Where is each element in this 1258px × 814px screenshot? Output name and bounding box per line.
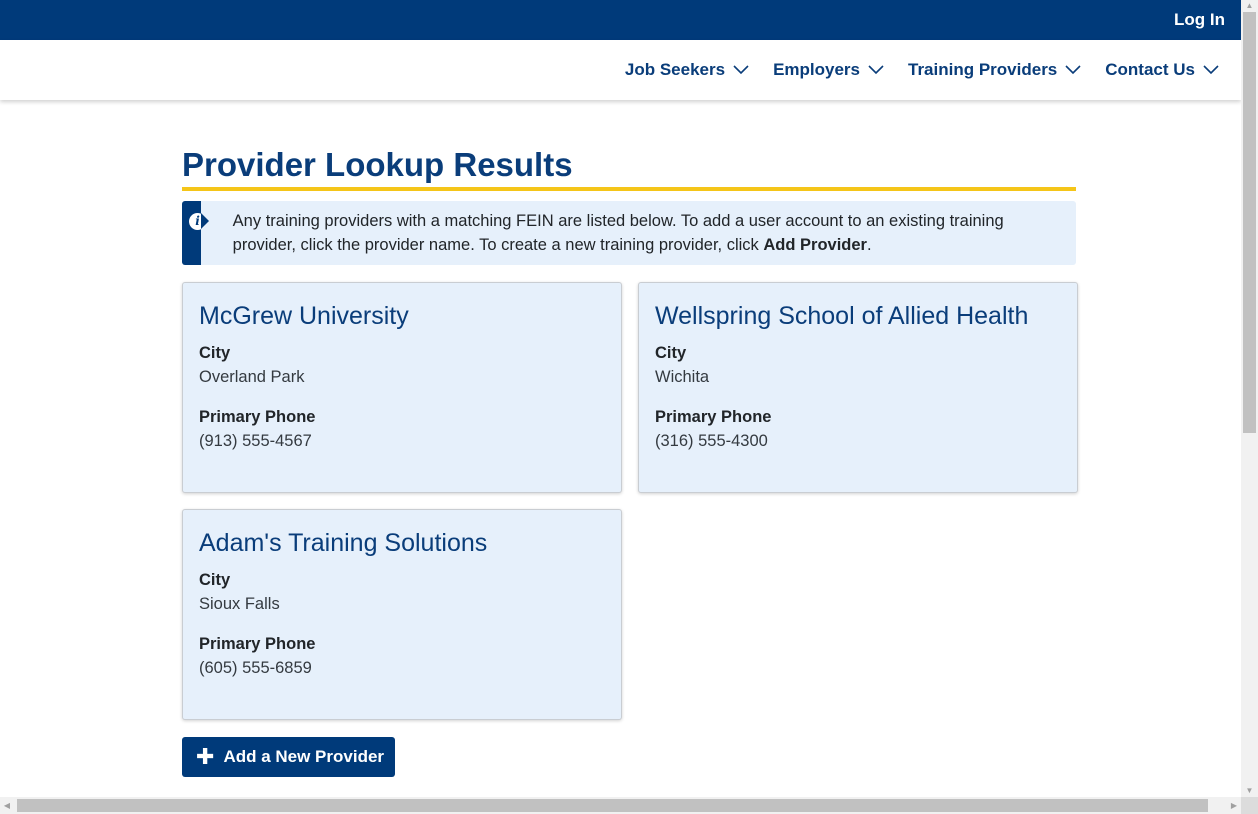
phone-label: Primary Phone — [655, 408, 772, 426]
phone-label: Primary Phone — [199, 635, 316, 653]
city-value: Wichita — [655, 368, 710, 386]
chevron-down-icon — [1065, 65, 1081, 75]
browser-viewport: Log In Job Seekers Employers Training Pr… — [0, 0, 1241, 797]
provider-card[interactable]: McGrew University City Overland Park Pri… — [182, 282, 622, 493]
provider-name[interactable]: Adam's Training Solutions — [199, 526, 605, 560]
provider-name[interactable]: McGrew University — [199, 299, 605, 333]
scrollbar-corner — [1241, 797, 1258, 814]
page-title: Provider Lookup Results — [182, 146, 1076, 191]
horizontal-scroll-thumb[interactable] — [17, 799, 1208, 812]
top-bar: Log In — [0, 0, 1241, 40]
alert-bold-text: Add Provider — [763, 236, 867, 254]
city-value: Sioux Falls — [199, 595, 280, 613]
nav-employers-label: Employers — [773, 60, 860, 79]
alert-text: Any training providers with a matching F… — [232, 212, 1004, 254]
city-label: City — [655, 344, 687, 362]
provider-card[interactable]: Wellspring School of Allied Health City … — [638, 282, 1078, 493]
info-icon: i — [189, 213, 206, 230]
chevron-down-icon — [1203, 65, 1219, 75]
provider-card-grid: McGrew University City Overland Park Pri… — [182, 282, 1078, 720]
scroll-left-icon[interactable]: ◀ — [0, 797, 14, 814]
nav-employers[interactable]: Employers — [773, 60, 884, 80]
nav-job-seekers-label: Job Seekers — [624, 60, 726, 79]
nav-training-providers-label: Training Providers — [908, 60, 1058, 79]
horizontal-scrollbar[interactable]: ◀ ▶ — [0, 797, 1241, 814]
alert-message: Any training providers with a matching F… — [201, 201, 1076, 265]
phone-label: Primary Phone — [199, 408, 316, 426]
scroll-up-icon[interactable]: ▲ — [1241, 0, 1258, 12]
provider-name[interactable]: Wellspring School of Allied Health — [655, 299, 1061, 333]
phone-value: (913) 555-4567 — [199, 432, 312, 450]
alert-suffix: . — [866, 236, 872, 254]
scroll-right-icon[interactable]: ▶ — [1227, 797, 1241, 814]
main-nav: Job Seekers Employers Training Providers… — [0, 40, 1241, 100]
phone-value: (316) 555-4300 — [655, 432, 768, 450]
info-alert: i Any training providers with a matching… — [182, 201, 1076, 265]
main-content: Provider Lookup Results i Any training p… — [182, 100, 1078, 777]
login-link[interactable]: Log In — [1174, 10, 1225, 30]
chevron-down-icon — [733, 65, 749, 75]
nav-training-providers[interactable]: Training Providers — [908, 60, 1081, 80]
add-provider-button[interactable]: ✚ Add a New Provider — [182, 737, 396, 777]
nav-contact-us-label: Contact Us — [1105, 60, 1195, 79]
vertical-scroll-thumb[interactable] — [1243, 12, 1256, 433]
phone-value: (605) 555-6859 — [199, 659, 312, 677]
scroll-down-icon[interactable]: ▼ — [1241, 785, 1258, 797]
chevron-down-icon — [868, 65, 884, 75]
provider-card[interactable]: Adam's Training Solutions City Sioux Fal… — [182, 509, 622, 720]
vertical-scrollbar[interactable]: ▲ ▼ — [1241, 0, 1258, 797]
plus-icon: ✚ — [196, 744, 215, 769]
nav-job-seekers[interactable]: Job Seekers — [625, 60, 749, 80]
add-provider-label: Add a New Provider — [223, 747, 385, 766]
alert-bar: i — [182, 201, 209, 265]
city-label: City — [199, 571, 231, 589]
city-label: City — [199, 344, 231, 362]
nav-contact-us[interactable]: Contact Us — [1105, 60, 1219, 80]
city-value: Overland Park — [199, 368, 305, 386]
